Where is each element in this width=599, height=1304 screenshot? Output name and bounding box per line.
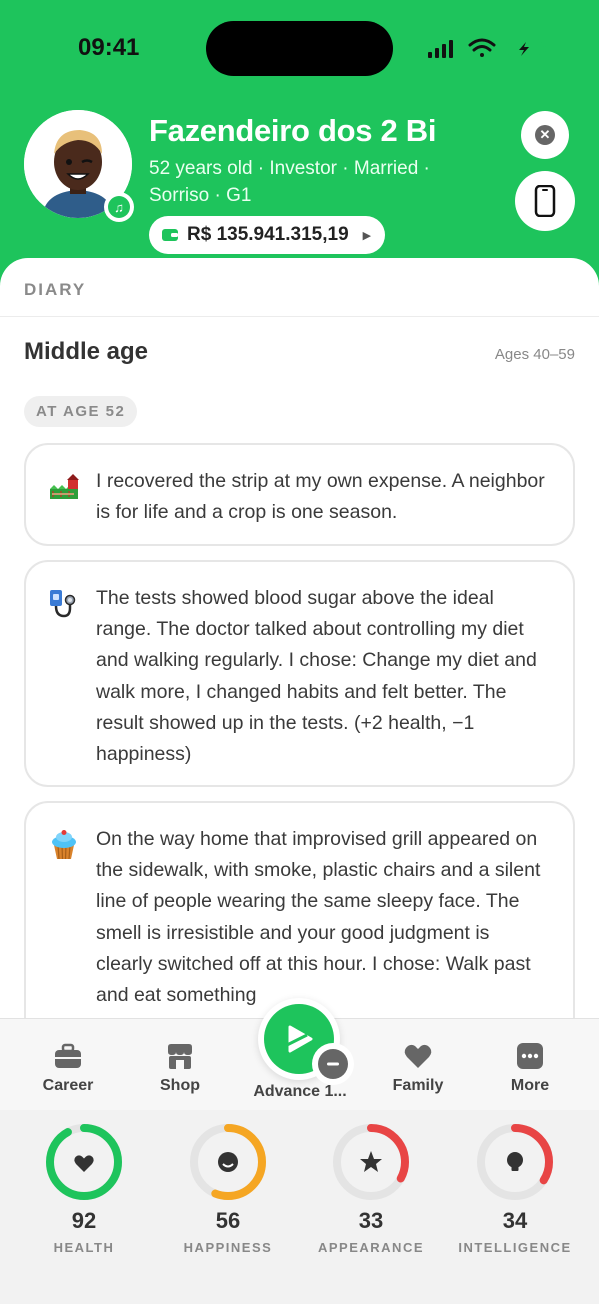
heart-icon <box>74 1155 94 1172</box>
nav-more[interactable]: More <box>490 1019 570 1111</box>
diary-entry: The tests showed blood sugar above the i… <box>24 560 575 787</box>
status-bar: 09:41 <box>0 0 599 95</box>
stat-happiness[interactable]: 56 HAPPINESS <box>158 1122 298 1255</box>
happiness-ring <box>190 1124 266 1200</box>
stat-appearance[interactable]: 33 APPEARANCE <box>301 1122 441 1255</box>
battery-icon <box>506 39 546 59</box>
stethoscope-icon <box>50 590 76 618</box>
nav-family-label: Family <box>392 1077 444 1094</box>
diary-entry-text: I recovered the strip at my own expense.… <box>96 470 545 524</box>
money-balance-button[interactable]: R$ 135.941.315,19 ▶ <box>149 216 386 254</box>
close-button[interactable]: ✕ <box>521 111 569 159</box>
diary-entry-text: On the way home that improvised grill ap… <box>96 828 541 1007</box>
minus-icon <box>318 1049 348 1079</box>
money-amount: R$ 135.941.315,19 <box>187 224 349 245</box>
diary-sheet[interactable]: DIARY Middle age Ages 40–59 AT AGE 52 I … <box>0 258 599 1018</box>
play-icon <box>286 1025 313 1053</box>
store-icon <box>168 1044 192 1069</box>
health-ring <box>46 1124 122 1200</box>
appearance-ring <box>333 1124 409 1200</box>
cupcake-icon <box>52 830 76 860</box>
more-icon <box>517 1043 543 1069</box>
stat-health-label: HEALTH <box>53 1240 115 1255</box>
diary-entry: On the way home that improvised grill ap… <box>24 801 575 1018</box>
music-note-icon: ♫ <box>108 196 130 218</box>
stat-appearance-label: APPEARANCE <box>317 1240 424 1255</box>
stat-intelligence[interactable]: 34 INTELLIGENCE <box>445 1122 585 1255</box>
stats-bar: 92 HEALTH 56 HAPPINESS 33 APPEARANCE 34 … <box>0 1110 599 1304</box>
farm-icon <box>50 474 79 499</box>
profile-header: 09:41 ♫ Fazendeiro dos 2 Bi 52 years old… <box>0 0 599 290</box>
chevron-right-icon: ▶ <box>362 229 372 242</box>
nav-shop[interactable]: Shop <box>140 1019 220 1111</box>
profile-name: Fazendeiro dos 2 Bi <box>149 113 437 148</box>
section-title: Middle age <box>24 338 149 365</box>
briefcase-icon <box>55 1043 81 1068</box>
status-time: 09:41 <box>78 34 140 61</box>
stat-intelligence-value: 34 <box>502 1208 528 1233</box>
advance-label: Advance 1... <box>253 1083 347 1100</box>
star-icon <box>360 1151 382 1172</box>
phone-icon <box>534 185 556 217</box>
wifi-icon <box>468 38 496 57</box>
divider <box>0 316 599 317</box>
close-icon: ✕ <box>535 125 555 145</box>
intelligence-ring <box>477 1124 553 1200</box>
age-chip: AT AGE 52 <box>24 396 138 427</box>
stat-happiness-label: HAPPINESS <box>183 1240 273 1255</box>
stat-intelligence-label: INTELLIGENCE <box>458 1240 572 1255</box>
profile-subtitle: 52 years old · Investor · Married · Sorr… <box>149 158 430 206</box>
nav-career-label: Career <box>42 1077 94 1094</box>
dynamic-island <box>206 21 393 76</box>
nav-shop-label: Shop <box>160 1077 200 1094</box>
diary-entry: I recovered the strip at my own expense.… <box>24 443 575 546</box>
nav-career[interactable]: Career <box>28 1019 108 1111</box>
avatar-badge: ♫ <box>104 192 134 222</box>
nav-more-label: More <box>510 1077 550 1094</box>
heart-icon <box>404 1044 432 1068</box>
stat-health[interactable]: 92 HEALTH <box>14 1122 154 1255</box>
stat-appearance-value: 33 <box>358 1208 384 1233</box>
stat-health-value: 92 <box>71 1208 97 1233</box>
phone-button[interactable] <box>515 171 575 231</box>
diary-label: DIARY <box>24 280 87 299</box>
advance-options-button[interactable] <box>312 1043 354 1085</box>
signal-icon <box>428 40 453 58</box>
bulb-icon <box>507 1152 523 1171</box>
section-range: Ages 40–59 <box>494 346 575 363</box>
status-icons <box>428 38 546 59</box>
stat-happiness-value: 56 <box>215 1208 241 1233</box>
nav-family[interactable]: Family <box>378 1019 458 1111</box>
smile-icon <box>218 1152 238 1172</box>
diary-entry-text: The tests showed blood sugar above the i… <box>96 587 537 766</box>
wallet-icon <box>162 229 178 241</box>
